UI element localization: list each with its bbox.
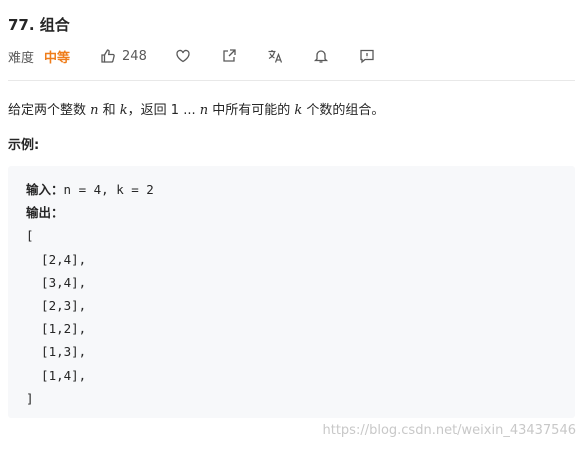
- output-label: 输出：: [26, 205, 64, 221]
- like-button[interactable]: 248: [98, 46, 147, 66]
- watermark: https://blog.csdn.net/weixin_43437546: [322, 423, 576, 438]
- thumbs-up-icon: [98, 46, 118, 66]
- feedback-icon[interactable]: [357, 46, 377, 66]
- desc-text: 和: [98, 103, 120, 118]
- like-count: 248: [122, 48, 147, 64]
- input-value: n = 4, k = 2: [63, 182, 154, 197]
- problem-title: 77. 组合: [8, 16, 70, 34]
- example-code: 输入：n = 4, k = 2 输出： [ [2,4], [3,4], [2,3…: [26, 178, 154, 410]
- input-label: 输入：: [26, 182, 64, 197]
- problem-meta-bar: 难度 中等 248: [8, 46, 377, 66]
- header-divider: [8, 80, 575, 81]
- example-heading: 示例:: [8, 138, 40, 153]
- desc-text: 中所有可能的: [208, 103, 295, 118]
- output-value: [ [2,4], [3,4], [2,3], [1,2], [1,3], [1,…: [26, 228, 87, 406]
- share-icon[interactable]: [219, 46, 239, 66]
- difficulty-label: 难度: [8, 50, 35, 66]
- bell-icon[interactable]: [311, 46, 331, 66]
- var-n: n: [199, 103, 209, 118]
- heart-icon[interactable]: [173, 46, 193, 66]
- desc-text: 个数的组合。: [302, 103, 385, 118]
- example-code-block: 输入：n = 4, k = 2 输出： [ [2,4], [3,4], [2,3…: [8, 166, 575, 418]
- desc-text: ，返回 1 ...: [127, 103, 200, 118]
- translate-icon[interactable]: [265, 46, 285, 66]
- difficulty-badge: 中等: [44, 50, 71, 66]
- desc-text: 给定两个整数: [8, 103, 91, 118]
- var-n: n: [90, 103, 99, 118]
- var-k: k: [119, 103, 128, 118]
- problem-description: 给定两个整数 n 和 k，返回 1 ... n 中所有可能的 k 个数的组合。: [8, 99, 384, 118]
